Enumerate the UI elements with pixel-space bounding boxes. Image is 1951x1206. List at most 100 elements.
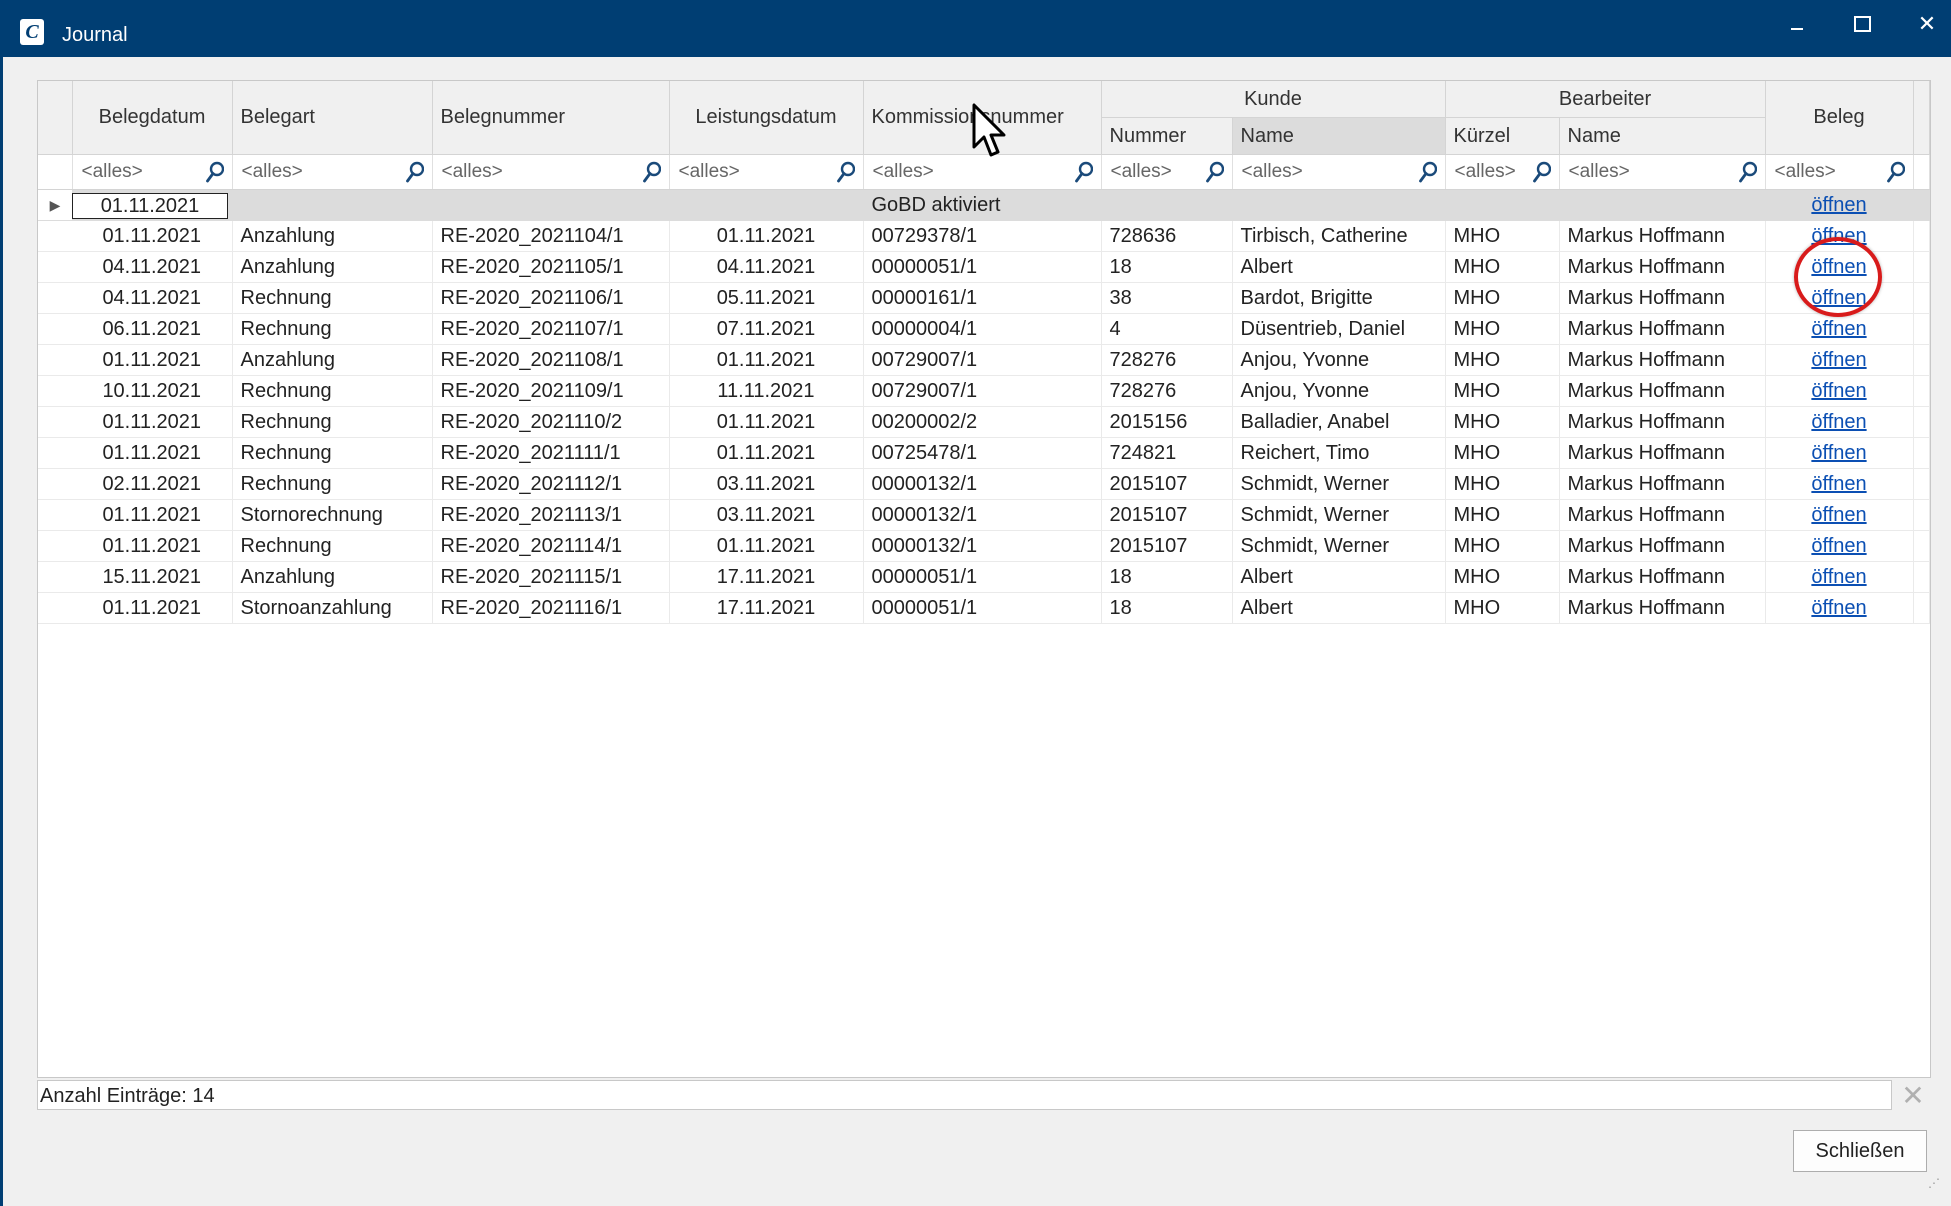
cell-bearbeiter-kuerzel: MHO bbox=[1445, 530, 1560, 562]
cell-kommissionsnummer: 00000004/1 bbox=[863, 313, 1102, 345]
table-row[interactable]: 10.11.2021 Rechnung RE-2020_2021109/1 11.11… bbox=[38, 375, 1930, 407]
cell-kunde-nummer: 18 bbox=[1101, 592, 1233, 624]
table-row[interactable]: 01.11.2021 Rechnung RE-2020_2021110/2 01.11… bbox=[38, 406, 1930, 438]
cell-belegart: Stornoanzahlung bbox=[232, 592, 433, 624]
table-row[interactable]: 01.11.2021 Rechnung RE-2020_2021111/1 01.11… bbox=[38, 437, 1930, 469]
resize-grip-icon[interactable]: ⋰ bbox=[1928, 1176, 1946, 1194]
open-link[interactable]: öffnen bbox=[1811, 380, 1866, 402]
open-link[interactable]: öffnen bbox=[1811, 411, 1866, 433]
cell-kunde-nummer: 728276 bbox=[1101, 375, 1233, 407]
search-icon[interactable] bbox=[1074, 161, 1093, 183]
maximize-button[interactable] bbox=[1840, 10, 1884, 38]
search-icon[interactable] bbox=[405, 161, 424, 183]
cell-belegdatum: 04.11.2021 bbox=[72, 251, 233, 283]
search-icon[interactable] bbox=[1418, 161, 1437, 183]
highlight-circle-annotation bbox=[1794, 237, 1882, 317]
table-row[interactable]: 15.11.2021 Anzahlung RE-2020_2021115/1 17.1… bbox=[38, 561, 1930, 593]
search-icon[interactable] bbox=[1738, 161, 1757, 183]
open-link[interactable]: öffnen bbox=[1811, 566, 1866, 588]
table-row[interactable]: 02.11.2021 Rechnung RE-2020_2021112/1 03.11… bbox=[38, 468, 1930, 500]
cell-bearbeiter-name: Markus Hoffmann bbox=[1559, 282, 1766, 314]
row-indicator bbox=[38, 592, 72, 624]
row-indicator bbox=[38, 499, 72, 531]
cell-bearbeiter-kuerzel: MHO bbox=[1445, 592, 1560, 624]
group-date-field[interactable]: 01.11.2021 bbox=[72, 192, 228, 219]
open-link[interactable]: öffnen bbox=[1811, 194, 1866, 216]
cell-beleg: öffnen bbox=[1765, 313, 1914, 345]
search-icon[interactable] bbox=[1205, 161, 1224, 183]
filter-kunde-nummer[interactable]: <alles> bbox=[1101, 154, 1233, 190]
filter-leistungsdatum[interactable]: <alles> bbox=[669, 154, 864, 190]
cell-belegnummer: RE-2020_2021114/1 bbox=[432, 530, 670, 562]
row-end-spacer bbox=[1913, 499, 1930, 531]
table-row[interactable]: 04.11.2021 Anzahlung RE-2020_2021105/1 04.1… bbox=[38, 251, 1930, 283]
col-group-bearbeiter: Bearbeiter bbox=[1445, 81, 1766, 118]
row-indicator bbox=[38, 313, 72, 345]
col-header-belegart[interactable]: Belegart bbox=[232, 81, 433, 155]
cell-kunde-nummer: 18 bbox=[1101, 251, 1233, 283]
group-row[interactable]: ▶ 01.11.2021 GoBD aktiviert öffnen bbox=[38, 189, 1930, 221]
minimize-button[interactable] bbox=[1775, 10, 1819, 38]
col-header-kunde-nummer[interactable]: Nummer bbox=[1101, 117, 1233, 155]
table-row[interactable]: 01.11.2021 Rechnung RE-2020_2021114/1 01.11… bbox=[38, 530, 1930, 562]
row-indicator-header bbox=[38, 81, 73, 155]
cell-kommissionsnummer: 00000051/1 bbox=[863, 251, 1102, 283]
filter-belegart[interactable]: <alles> bbox=[232, 154, 433, 190]
col-header-leistungsdatum[interactable]: Leistungsdatum bbox=[669, 81, 864, 155]
search-icon[interactable] bbox=[205, 161, 224, 183]
open-link[interactable]: öffnen bbox=[1811, 442, 1866, 464]
clear-filter-icon[interactable]: ✕ bbox=[1898, 1081, 1928, 1111]
cell-beleg: öffnen bbox=[1765, 561, 1914, 593]
row-end-spacer bbox=[1913, 530, 1930, 562]
col-header-bearbeiter-kuerzel[interactable]: Kürzel bbox=[1445, 117, 1560, 155]
col-header-belegdatum[interactable]: Belegdatum bbox=[72, 81, 233, 155]
cell-bearbeiter-name: Markus Hoffmann bbox=[1559, 437, 1766, 469]
filter-belegdatum[interactable]: <alles> bbox=[72, 154, 233, 190]
col-header-bearbeiter-name[interactable]: Name bbox=[1559, 117, 1766, 155]
col-header-kunde-name[interactable]: Name bbox=[1232, 117, 1446, 155]
cell-kunde-nummer: 18 bbox=[1101, 561, 1233, 593]
search-icon[interactable] bbox=[836, 161, 855, 183]
group-cell bbox=[1559, 189, 1766, 221]
search-icon[interactable] bbox=[642, 161, 661, 183]
filter-kunde-name[interactable]: <alles> bbox=[1232, 154, 1446, 190]
open-link[interactable]: öffnen bbox=[1811, 318, 1866, 340]
col-header-beleg[interactable]: Beleg bbox=[1765, 81, 1914, 155]
cell-kunde-nummer: 724821 bbox=[1101, 437, 1233, 469]
filter-bearbeiter-kuerzel[interactable]: <alles> bbox=[1445, 154, 1560, 190]
window-close-button[interactable]: ✕ bbox=[1905, 10, 1949, 38]
cell-belegdatum: 01.11.2021 bbox=[72, 344, 233, 376]
table-row[interactable]: 01.11.2021 Stornoanzahlung RE-2020_2021116… bbox=[38, 592, 1930, 624]
filter-beleg[interactable]: <alles> bbox=[1765, 154, 1914, 190]
cell-belegart: Anzahlung bbox=[232, 344, 433, 376]
group-date-cell[interactable]: 01.11.2021 bbox=[72, 189, 233, 221]
cell-belegnummer: RE-2020_2021115/1 bbox=[432, 561, 670, 593]
table-row[interactable]: 01.11.2021 Anzahlung RE-2020_2021104/1 01.1… bbox=[38, 220, 1930, 252]
cell-bearbeiter-name: Markus Hoffmann bbox=[1559, 592, 1766, 624]
cell-kommissionsnummer: 00729007/1 bbox=[863, 375, 1102, 407]
table-row[interactable]: 01.11.2021 Stornorechnung RE-2020_2021113/… bbox=[38, 499, 1930, 531]
cell-belegart: Rechnung bbox=[232, 282, 433, 314]
table-row[interactable]: 04.11.2021 Rechnung RE-2020_2021106/1 05.11… bbox=[38, 282, 1930, 314]
row-indicator bbox=[38, 468, 72, 500]
table-row[interactable]: 06.11.2021 Rechnung RE-2020_2021107/1 07.11… bbox=[38, 313, 1930, 345]
filter-bearbeiter-name[interactable]: <alles> bbox=[1559, 154, 1766, 190]
app-icon: C bbox=[20, 19, 44, 45]
open-link[interactable]: öffnen bbox=[1811, 473, 1866, 495]
col-header-belegnummer[interactable]: Belegnummer bbox=[432, 81, 670, 155]
open-link[interactable]: öffnen bbox=[1811, 535, 1866, 557]
open-link[interactable]: öffnen bbox=[1811, 597, 1866, 619]
open-link[interactable]: öffnen bbox=[1811, 504, 1866, 526]
cell-kommissionsnummer: 00000132/1 bbox=[863, 530, 1102, 562]
search-icon[interactable] bbox=[1532, 161, 1551, 183]
window-title: Journal bbox=[62, 24, 128, 46]
cell-leistungsdatum: 01.11.2021 bbox=[669, 406, 864, 438]
open-link[interactable]: öffnen bbox=[1811, 349, 1866, 371]
close-button[interactable]: Schließen bbox=[1793, 1130, 1927, 1172]
cell-kunde-nummer: 728276 bbox=[1101, 344, 1233, 376]
filter-belegnummer[interactable]: <alles> bbox=[432, 154, 670, 190]
table-row[interactable]: 01.11.2021 Anzahlung RE-2020_2021108/1 01.1… bbox=[38, 344, 1930, 376]
cell-bearbeiter-kuerzel: MHO bbox=[1445, 313, 1560, 345]
search-icon[interactable] bbox=[1886, 161, 1905, 183]
cell-kommissionsnummer: 00200002/2 bbox=[863, 406, 1102, 438]
